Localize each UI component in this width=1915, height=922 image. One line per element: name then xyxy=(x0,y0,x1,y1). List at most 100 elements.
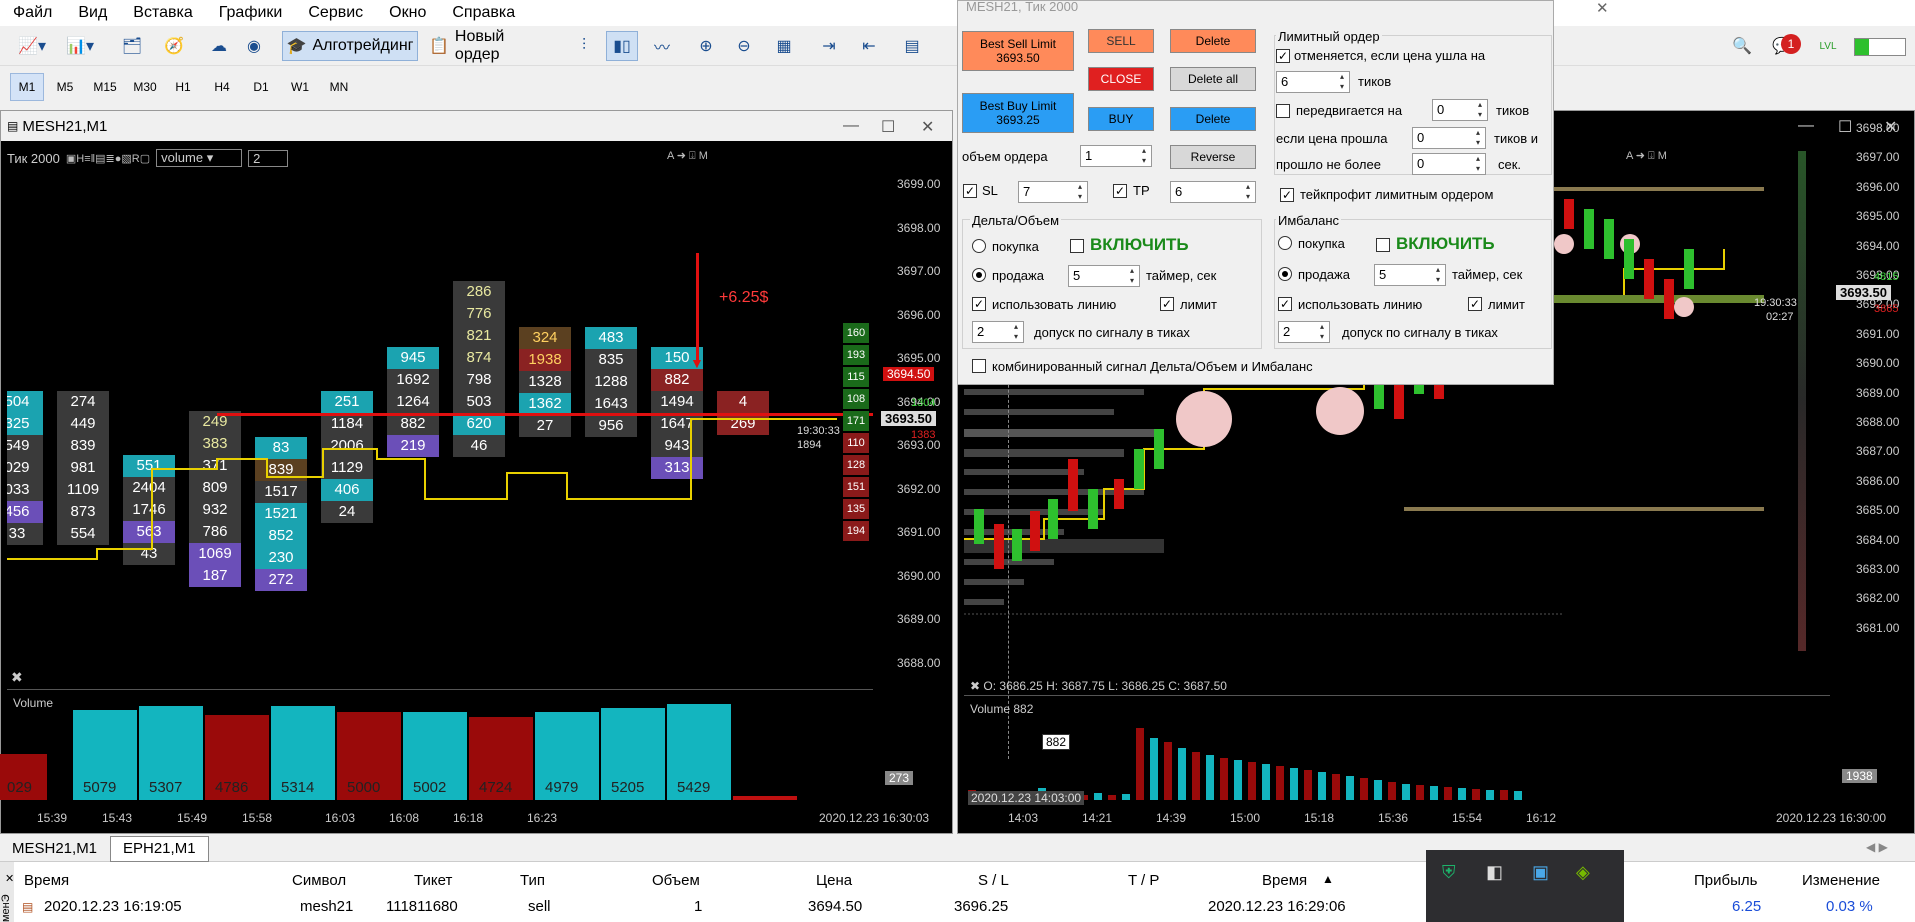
tab-eph21[interactable]: EPH21,M1 xyxy=(110,836,209,862)
bar-chart-icon[interactable]: ⫶ xyxy=(570,31,598,61)
left-price-axis[interactable]: 3699.00 3698.00 3697.00 3696.00 3695.00 3694.… xyxy=(873,149,953,749)
tp-input[interactable]: 6 xyxy=(1170,181,1256,203)
reverse-button[interactable]: Reverse xyxy=(1170,145,1256,169)
terminal-icon[interactable]: ☁ xyxy=(205,31,233,61)
delta-use-line-checkbox[interactable]: ✓ xyxy=(972,297,986,311)
cancel-checkbox[interactable]: ✓ xyxy=(1276,49,1290,63)
imb-enable-checkbox[interactable] xyxy=(1376,238,1390,252)
monitor-icon[interactable]: ▣ xyxy=(1532,862,1549,883)
menu-file[interactable]: Файл xyxy=(0,4,65,22)
tf-w1[interactable]: W1 xyxy=(283,73,317,101)
new-order-button[interactable]: 📋 Новый ордер xyxy=(423,28,555,63)
combined-checkbox[interactable] xyxy=(972,359,986,373)
tf-m5[interactable]: M5 xyxy=(48,73,82,101)
menu-help[interactable]: Справка xyxy=(439,4,528,22)
tab-mesh21[interactable]: MESH21,M1 xyxy=(12,840,97,857)
menu-insert[interactable]: Вставка xyxy=(120,4,205,22)
close-icon[interactable]: ✕ xyxy=(921,117,934,137)
delta-sell-radio[interactable] xyxy=(972,268,986,282)
tf-m30[interactable]: M30 xyxy=(128,73,162,101)
minimize-icon[interactable]: — xyxy=(843,117,859,135)
delete-buy-button[interactable]: Delete xyxy=(1170,107,1256,131)
profiles-icon[interactable]: 📊▾ xyxy=(60,31,100,61)
tf-h4[interactable]: H4 xyxy=(205,73,239,101)
tabs-scroll-icon[interactable]: ◀ ▶ xyxy=(1866,840,1888,854)
col-change[interactable]: Изменение xyxy=(1802,872,1880,889)
autoscroll-icon[interactable]: ⇥ xyxy=(815,31,843,61)
maximize-icon[interactable]: ☐ xyxy=(881,117,895,137)
tf-d1[interactable]: D1 xyxy=(244,73,278,101)
seconds-input[interactable]: 0 xyxy=(1412,153,1486,175)
imb-sell-radio[interactable] xyxy=(1278,267,1292,281)
new-chart-icon[interactable]: 📈▾ xyxy=(12,31,52,61)
imb-tolerance-input[interactable]: 2 xyxy=(1278,321,1330,343)
search-icon[interactable]: 🔍 xyxy=(1728,31,1756,61)
menu-charts[interactable]: Графики xyxy=(206,4,296,22)
tp-checkbox[interactable]: ✓ xyxy=(1113,184,1127,198)
tile-icon[interactable]: ▦ xyxy=(770,31,798,61)
delta-limit-checkbox[interactable]: ✓ xyxy=(1160,297,1174,311)
move-checkbox[interactable] xyxy=(1276,104,1290,118)
sl-input[interactable]: 7 xyxy=(1018,181,1088,203)
app-icon[interactable]: ◧ xyxy=(1486,862,1503,883)
col-profit[interactable]: Прибыль xyxy=(1694,872,1757,889)
nvidia-icon[interactable]: ◈ xyxy=(1576,862,1590,883)
data-window-icon[interactable]: 🗂 xyxy=(118,31,146,61)
buy-button[interactable]: BUY xyxy=(1088,107,1154,131)
close-toolbox-icon[interactable]: ✕ xyxy=(5,872,14,885)
col-close-time[interactable]: Время xyxy=(1262,872,1307,889)
line-chart-icon[interactable]: 〰 xyxy=(648,31,676,61)
right-maximize-icon[interactable]: ☐ xyxy=(1838,117,1852,137)
imb-limit-checkbox[interactable]: ✓ xyxy=(1468,297,1482,311)
tf-m15[interactable]: M15 xyxy=(88,73,122,101)
imb-timer-input[interactable]: 5 xyxy=(1374,264,1446,286)
col-ticket[interactable]: Тикет xyxy=(414,872,452,889)
tf-h1[interactable]: H1 xyxy=(166,73,200,101)
delete-sell-button[interactable]: Delete xyxy=(1170,29,1256,53)
delete-all-button[interactable]: Delete all xyxy=(1170,67,1256,91)
menu-view[interactable]: Вид xyxy=(65,4,120,22)
delta-buy-radio[interactable] xyxy=(972,239,986,253)
volume-pane[interactable]: Volume 029 5079 5307 4786 5314 5000 5002 4724 49… xyxy=(0,689,873,800)
best-sell-limit-button[interactable]: Best Sell Limit 3693.50 xyxy=(962,31,1074,71)
delta-timer-input[interactable]: 5 xyxy=(1068,265,1140,287)
right-volume-pane[interactable]: Volume 882 882 xyxy=(964,695,1830,800)
tf-m1[interactable]: M1 xyxy=(10,73,44,101)
tf-mn[interactable]: MN xyxy=(322,73,356,101)
col-price[interactable]: Цена xyxy=(816,872,852,889)
toolbox-side-tab[interactable]: менЭ xyxy=(0,862,14,922)
algotrading-button[interactable]: 🎓 Алготрейдинг xyxy=(282,31,418,61)
right-price-axis[interactable]: 3698.00 3697.00 3696.00 3695.00 3694.00 3693.… xyxy=(1830,121,1910,669)
shield-icon[interactable]: ⛨ xyxy=(1442,862,1456,883)
col-sl[interactable]: S / L xyxy=(978,872,1009,889)
navigator-icon[interactable]: 🧭 xyxy=(160,31,188,61)
cancel-ticks-input[interactable]: 6 xyxy=(1276,71,1350,93)
delta-enable-checkbox[interactable] xyxy=(1070,239,1084,253)
chart-shift-icon[interactable]: ⇤ xyxy=(855,31,883,61)
templates-icon[interactable]: ▤ xyxy=(898,31,926,61)
zoom-out-icon[interactable]: ⊖ xyxy=(730,31,758,61)
col-symbol[interactable]: Символ xyxy=(292,872,346,889)
passed-ticks-input[interactable]: 0 xyxy=(1412,127,1486,149)
zoom-in-icon[interactable]: ⊕ xyxy=(692,31,720,61)
close-button[interactable]: CLOSE xyxy=(1088,67,1154,91)
dialog-close-icon[interactable]: ✕ xyxy=(1596,0,1609,17)
col-type[interactable]: Тип xyxy=(520,872,545,889)
delta-tolerance-input[interactable]: 2 xyxy=(972,321,1024,343)
move-ticks-input[interactable]: 0 xyxy=(1432,99,1488,121)
col-volume[interactable]: Объем xyxy=(652,872,700,889)
trade-panel-dialog[interactable]: MESH21, Тик 2000 ✕ Best Sell Limit 3693.5… xyxy=(957,0,1609,385)
col-tp[interactable]: T / P xyxy=(1128,872,1159,889)
sell-button[interactable]: SELL xyxy=(1088,29,1154,53)
imb-buy-radio[interactable] xyxy=(1278,236,1292,250)
volume-order-input[interactable]: 1 xyxy=(1080,145,1152,167)
candle-chart-icon[interactable]: ▮▯ xyxy=(606,31,638,61)
menu-window[interactable]: Окно xyxy=(376,4,439,22)
imb-use-line-checkbox[interactable]: ✓ xyxy=(1278,297,1292,311)
crosshair-tool-icon[interactable]: ✖ xyxy=(11,669,23,686)
sl-checkbox[interactable]: ✓ xyxy=(963,184,977,198)
left-chart-window[interactable]: ▤ MESH21,M1 — ☐ ✕ Тик 2000 ▣H≡‖▤≣●▧R▢ vo… xyxy=(0,110,953,834)
best-buy-limit-button[interactable]: Best Buy Limit 3693.25 xyxy=(962,93,1074,133)
menu-service[interactable]: Сервис xyxy=(295,4,376,22)
signal-icon[interactable]: ◉ xyxy=(240,31,268,61)
